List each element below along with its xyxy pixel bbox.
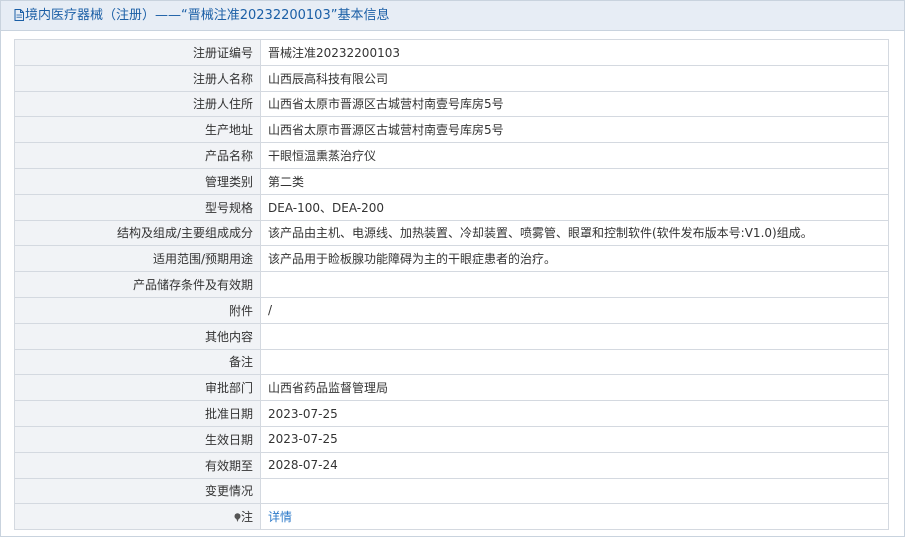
row-value: 2023-07-25 [260,400,889,427]
table-row: 变更情况 [14,477,889,505]
row-label: 其他内容 [14,322,261,350]
row-value: 山西辰高科技有限公司 [260,64,889,92]
row-label: 有效期至 [14,451,261,479]
table-row: 备注 [14,348,889,376]
table-row: 注册人名称 山西辰高科技有限公司 [14,64,889,92]
row-value: 山西省药品监督管理局 [260,374,889,402]
row-label: 结构及组成/主要组成成分 [14,219,261,247]
row-value: 山西省太原市晋源区古城营村南壹号库房5号 [260,116,889,144]
registration-info-panel: 境内医疗器械（注册）——“晋械注准20232200103”基本信息 注册证编号 … [0,0,905,537]
row-label: 注册人住所 [14,90,261,118]
panel-header: 境内医疗器械（注册）——“晋械注准20232200103”基本信息 [1,1,904,31]
row-value: DEA-100、DEA-200 [260,193,889,221]
row-value: 晋械注准20232200103 [260,39,889,66]
row-value: 该产品用于睑板腺功能障碍为主的干眼症患者的治疗。 [260,245,889,273]
table-row: 生产地址 山西省太原市晋源区古城营村南壹号库房5号 [14,116,889,144]
row-value: 2023-07-25 [260,425,889,453]
table-row: 注册人住所 山西省太原市晋源区古城营村南壹号库房5号 [14,90,889,118]
table-row: 注册证编号 晋械注准20232200103 [14,39,889,66]
table-row: 产品储存条件及有效期 [14,271,889,298]
row-value: 山西省太原市晋源区古城营村南壹号库房5号 [260,90,889,118]
row-label: 备注 [14,348,261,376]
row-value: 2028-07-24 [260,451,889,479]
row-value: 第二类 [260,167,889,195]
row-label: 适用范围/预期用途 [14,245,261,273]
table-row: 生效日期 2023-07-25 [14,425,889,453]
row-label: 附件 [14,296,261,324]
row-label: 审批部门 [14,374,261,402]
note-label-cell: 注 [14,503,261,531]
table-row: 有效期至 2028-07-24 [14,451,889,479]
note-row: 注 详情 [14,503,889,531]
table-row: 型号规格 DEA-100、DEA-200 [14,193,889,221]
row-value: / [260,296,889,324]
table-row: 结构及组成/主要组成成分 该产品由主机、电源线、加热装置、冷却装置、喷雾管、眼罩… [14,219,889,247]
row-label: 批准日期 [14,400,261,427]
row-label: 产品储存条件及有效期 [14,271,261,298]
details-link[interactable]: 详情 [268,510,292,524]
row-label: 管理类别 [14,167,261,195]
info-table: 注册证编号 晋械注准20232200103 注册人名称 山西辰高科技有限公司 注… [14,39,889,531]
table-row: 其他内容 [14,322,889,350]
table-row: 适用范围/预期用途 该产品用于睑板腺功能障碍为主的干眼症患者的治疗。 [14,245,889,273]
row-value [260,322,889,350]
panel-title: 境内医疗器械（注册）——“晋械注准20232200103”基本信息 [25,8,390,23]
pin-icon [234,513,241,523]
row-label: 注册人名称 [14,64,261,92]
row-label: 型号规格 [14,193,261,221]
table-row: 管理类别 第二类 [14,167,889,195]
row-value: 干眼恒温熏蒸治疗仪 [260,142,889,169]
row-label: 注册证编号 [14,39,261,66]
table-row: 审批部门 山西省药品监督管理局 [14,374,889,402]
row-value: 该产品由主机、电源线、加热装置、冷却装置、喷雾管、眼罩和控制软件(软件发布版本号… [260,219,889,247]
row-value [260,477,889,505]
table-row: 附件 / [14,296,889,324]
table-row: 批准日期 2023-07-25 [14,400,889,427]
info-table-wrapper: 注册证编号 晋械注准20232200103 注册人名称 山西辰高科技有限公司 注… [14,39,889,531]
row-value [260,348,889,376]
row-label: 生效日期 [14,425,261,453]
row-label: 生产地址 [14,116,261,144]
note-value-cell: 详情 [260,503,889,531]
table-row: 产品名称 干眼恒温熏蒸治疗仪 [14,142,889,169]
row-label: 产品名称 [14,142,261,169]
row-value [260,271,889,298]
note-label: 注 [240,510,253,525]
row-label: 变更情况 [14,477,261,505]
document-icon [14,9,24,21]
